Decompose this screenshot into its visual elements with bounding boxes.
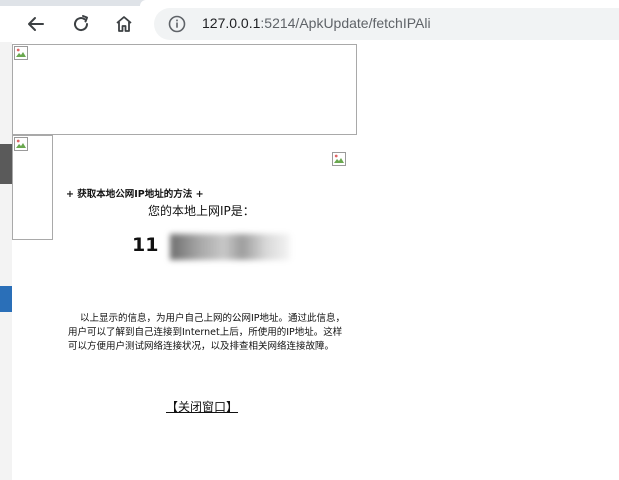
ip-redaction-blur	[170, 234, 290, 260]
side-image	[12, 135, 53, 240]
method-title: + 获取本地公网IP地址的方法 +	[66, 189, 204, 200]
ip-description: 以上显示的信息，为用户自己上网的公网IP地址。通过此信息，用户可以了解到自己连接…	[68, 313, 346, 352]
header-banner-image	[12, 44, 357, 135]
background-blue-bar	[0, 286, 12, 312]
home-button[interactable]	[110, 10, 138, 38]
info-icon[interactable]	[168, 15, 186, 33]
home-icon	[116, 16, 132, 32]
reload-icon	[74, 15, 89, 32]
background-dark-block	[0, 144, 12, 184]
reload-button[interactable]	[67, 10, 95, 38]
ip-value: 11	[132, 234, 159, 256]
back-button[interactable]	[22, 10, 50, 38]
browser-toolbar: 127.0.0.1:5214/ApkUpdate/fetchIPAli	[0, 6, 619, 42]
url-host: 127.0.0.1	[202, 15, 261, 31]
broken-image-icon	[14, 137, 28, 151]
url-text[interactable]: 127.0.0.1:5214/ApkUpdate/fetchIPAli	[202, 15, 431, 31]
close-window-link[interactable]: 【关闭窗口】	[166, 398, 238, 415]
broken-image-icon	[14, 46, 28, 60]
ip-label: 您的本地上网IP是：	[148, 204, 255, 218]
arrow-left-icon	[28, 17, 44, 31]
address-bar[interactable]: 127.0.0.1:5214/ApkUpdate/fetchIPAli	[154, 8, 619, 40]
page-content	[12, 42, 619, 480]
url-path: :5214/ApkUpdate/fetchIPAli	[260, 15, 431, 31]
broken-image-icon	[332, 152, 346, 166]
